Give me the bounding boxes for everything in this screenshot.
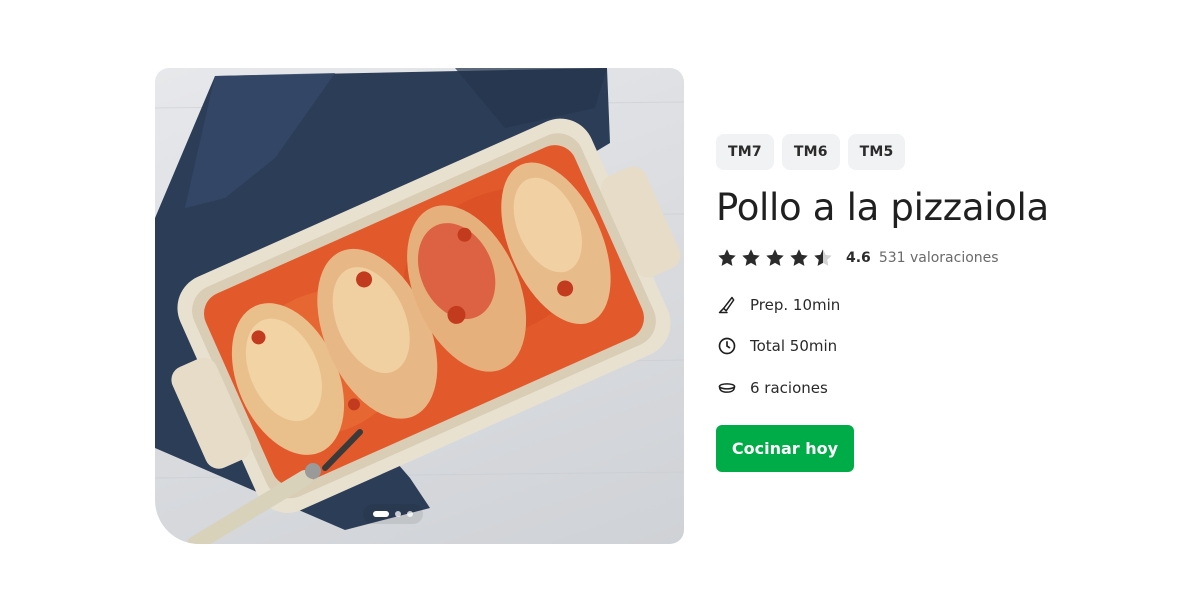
star-icon: [742, 249, 760, 266]
prep-time: Prep. 10min: [716, 284, 1176, 326]
carousel-indicator: [363, 504, 423, 524]
rating-value: 4.6: [846, 250, 871, 266]
recipe-card: TM7 TM6 TM5 Pollo a la pizzaiola 4.6 531…: [0, 0, 1200, 614]
total-time: Total 50min: [716, 326, 1176, 368]
recipe-meta: Prep. 10min Total 50min 6 raciones: [716, 284, 1176, 409]
prep-time-label: Prep. 10min: [750, 295, 841, 314]
star-icon: [766, 249, 784, 266]
badge-tm5[interactable]: TM5: [847, 134, 906, 170]
recipe-info: TM7 TM6 TM5 Pollo a la pizzaiola 4.6 531…: [716, 134, 1176, 472]
rating-count[interactable]: 531 valoraciones: [879, 250, 999, 266]
recipe-photo: [155, 68, 684, 544]
badge-tm6[interactable]: TM6: [781, 134, 840, 170]
clock-icon: [716, 335, 738, 357]
servings-label: 6 raciones: [750, 378, 828, 397]
total-time-label: Total 50min: [750, 337, 838, 356]
half-star-icon: [814, 249, 832, 266]
star-icon: [790, 249, 808, 266]
star-icon: [718, 249, 736, 266]
thermomix-model-badges: TM7 TM6 TM5: [716, 134, 1176, 170]
bowl-icon: [716, 377, 738, 399]
carousel-dot-3[interactable]: [407, 511, 413, 517]
badge-tm7[interactable]: TM7: [716, 134, 774, 170]
recipe-image-carousel[interactable]: [155, 68, 684, 544]
carousel-dot-1[interactable]: [373, 511, 389, 517]
carousel-dot-2[interactable]: [395, 511, 401, 517]
servings: 6 raciones: [716, 367, 1176, 409]
rating-row: 4.6 531 valoraciones: [716, 246, 1176, 270]
knife-icon: [716, 294, 738, 316]
cook-today-button[interactable]: Cocinar hoy: [716, 424, 854, 472]
recipe-title: Pollo a la pizzaiola: [716, 186, 1049, 229]
star-rating: [716, 247, 834, 269]
